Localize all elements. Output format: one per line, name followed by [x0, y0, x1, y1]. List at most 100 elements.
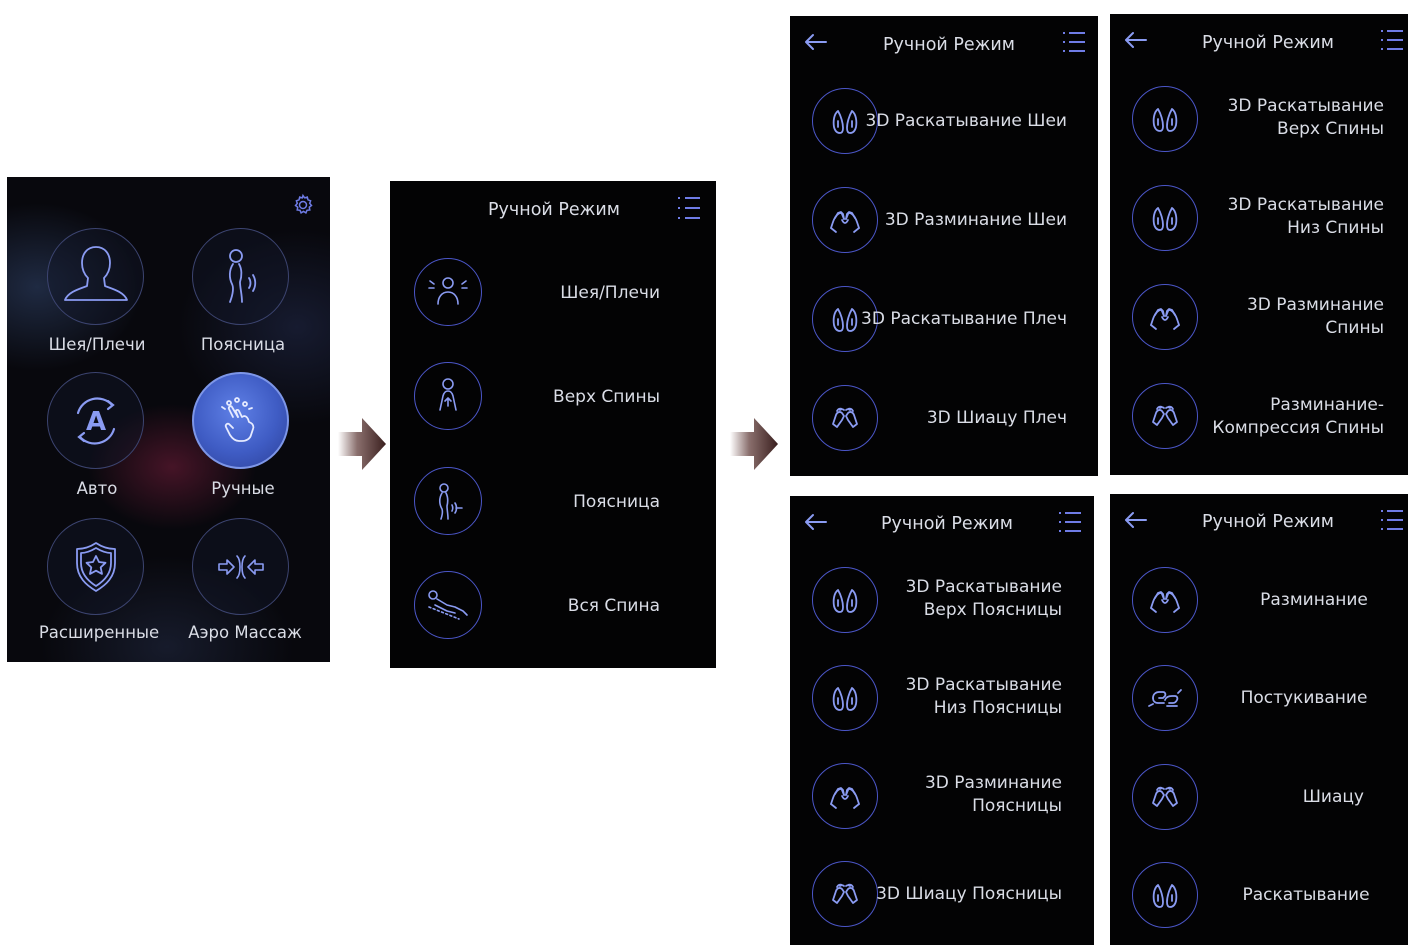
shield-star-icon: [75, 541, 116, 592]
tile-air-massage[interactable]: [192, 518, 289, 615]
program-button[interactable]: [812, 187, 878, 253]
program-label: 3D Раскатывание Низ Спины: [1228, 194, 1384, 240]
zone-label: Верх Спины: [553, 387, 660, 407]
tile-auto[interactable]: A: [47, 372, 144, 469]
program-label: 3D Раскатывание Шеи: [865, 111, 1068, 131]
program-label-line: Низ Спины: [1287, 218, 1384, 238]
program-label: 3D Раскатывание Низ Поясницы: [906, 674, 1062, 720]
tile-label: Аэро Массаж: [188, 623, 302, 642]
rolling-icon: [1145, 198, 1185, 238]
flow-arrow-icon: [338, 418, 386, 470]
program-button[interactable]: [812, 385, 878, 451]
back-arrow-icon[interactable]: [1124, 31, 1148, 49]
page-title: Ручной Режим: [488, 200, 620, 220]
tile-label: Авто: [76, 479, 118, 498]
zone-upper-back-button[interactable]: [414, 362, 482, 430]
zone-lower-back-button[interactable]: [414, 467, 482, 535]
menu-list-icon[interactable]: [1058, 510, 1082, 534]
tile-neck-shoulders[interactable]: [47, 228, 144, 325]
program-label: Шиацу: [1302, 787, 1364, 807]
program-label: 3D Шиацу Поясницы: [876, 884, 1062, 904]
menu-list-icon[interactable]: [1380, 508, 1404, 532]
kneading-icon: [1145, 580, 1185, 620]
manual-touch-icon: [220, 396, 254, 442]
program-button[interactable]: [1132, 862, 1198, 928]
program-label-line: 3D Разминание: [1246, 295, 1384, 315]
program-button[interactable]: [1132, 383, 1198, 449]
back-arrow-icon[interactable]: [804, 33, 828, 51]
program-label-line: Верх Спины: [1277, 119, 1384, 139]
menu-list-icon[interactable]: [676, 195, 702, 221]
program-button[interactable]: [812, 861, 878, 927]
program-label: 3D Раскатывание Плеч: [861, 309, 1067, 329]
zone-label: Вся Спина: [567, 596, 660, 616]
tile-lower-back[interactable]: [192, 228, 289, 325]
full-back-programs-screen: Ручной Режим Разминание Постукивание Шиа…: [1110, 494, 1408, 945]
program-label-line: Низ Поясницы: [933, 698, 1062, 718]
shiatsu-icon: [825, 398, 865, 438]
tile-label: Поясница: [200, 335, 286, 354]
menu-list-icon[interactable]: [1380, 28, 1404, 52]
program-label-line: Верх Поясницы: [923, 600, 1062, 620]
zone-label: Поясница: [573, 492, 660, 512]
program-button[interactable]: [1132, 185, 1198, 251]
program-label-line: Поясницы: [972, 796, 1062, 816]
program-label: 3D Разминание Спины: [1247, 294, 1384, 340]
flow-arrow-icon: [730, 418, 778, 470]
program-label-line: Разминание-: [1270, 395, 1384, 415]
full-back-icon: [428, 590, 468, 620]
back-arrow-icon[interactable]: [804, 513, 828, 531]
program-label: 3D Разминание Шеи: [884, 210, 1067, 230]
head-shoulders-icon: [63, 245, 128, 301]
page-title: Ручной Режим: [881, 514, 1013, 534]
program-button[interactable]: [812, 763, 878, 829]
program-label: Раскатывание: [1242, 885, 1370, 905]
gear-icon[interactable]: [291, 193, 315, 217]
kneading-icon: [1145, 297, 1185, 337]
lower-back-icon: [228, 248, 256, 303]
upper-back-icon: [439, 378, 457, 411]
tile-advanced[interactable]: [47, 518, 144, 615]
tapping-icon: [1145, 678, 1185, 718]
program-label-line: 3D Раскатывание: [1227, 195, 1384, 215]
shiatsu-icon: [1145, 777, 1185, 817]
page-title: Ручной Режим: [1202, 512, 1334, 532]
program-label: 3D Разминание Поясницы: [925, 772, 1062, 818]
program-label-line: Компрессия Спины: [1212, 418, 1384, 438]
program-button[interactable]: [1132, 86, 1198, 152]
rolling-icon: [825, 299, 865, 339]
svg-text:A: A: [85, 407, 105, 437]
home-screen: Шея/Плечи Поясница A Авто Ручные Расшире…: [7, 177, 330, 662]
tile-label: Расширенные: [38, 623, 160, 642]
program-button[interactable]: [812, 567, 878, 633]
program-label: 3D Раскатывание Верх Спины: [1228, 95, 1384, 141]
menu-list-icon[interactable]: [1062, 30, 1086, 54]
neck-shoulders-programs-screen: Ручной Режим 3D Раскатывание Шеи 3D Разм…: [790, 16, 1098, 476]
program-label: 3D Шиацу Плеч: [926, 408, 1067, 428]
program-label: Постукивание: [1240, 688, 1368, 708]
tile-manual[interactable]: [192, 372, 289, 469]
program-button[interactable]: [1132, 567, 1198, 633]
back-arrow-icon[interactable]: [1124, 511, 1148, 529]
lower-back-programs-screen: Ручной Режим 3D Раскатывание Верх Поясни…: [790, 496, 1094, 945]
program-label-line: 3D Разминание: [924, 773, 1062, 793]
program-button[interactable]: [1132, 284, 1198, 350]
rolling-icon: [825, 101, 865, 141]
program-button[interactable]: [1132, 665, 1198, 731]
auto-icon: A: [76, 396, 115, 445]
lower-back-icon: [438, 483, 463, 520]
back-programs-screen: Ручной Режим 3D Раскатывание Верх Спины …: [1110, 14, 1408, 475]
program-label: Разминание: [1260, 590, 1368, 610]
zone-neck-shoulders-button[interactable]: [414, 258, 482, 326]
zone-label: Шея/Плечи: [560, 283, 660, 303]
rolling-icon: [1145, 875, 1185, 915]
program-button[interactable]: [1132, 764, 1198, 830]
air-compress-icon: [217, 554, 264, 579]
kneading-icon: [825, 776, 865, 816]
program-label-line: 3D Раскатывание: [905, 675, 1062, 695]
tile-label: Шея/Плечи: [48, 335, 146, 354]
rolling-icon: [825, 580, 865, 620]
zone-full-back-button[interactable]: [414, 571, 482, 639]
program-button[interactable]: [812, 665, 878, 731]
program-label: Разминание- Компрессия Спины: [1212, 394, 1384, 440]
